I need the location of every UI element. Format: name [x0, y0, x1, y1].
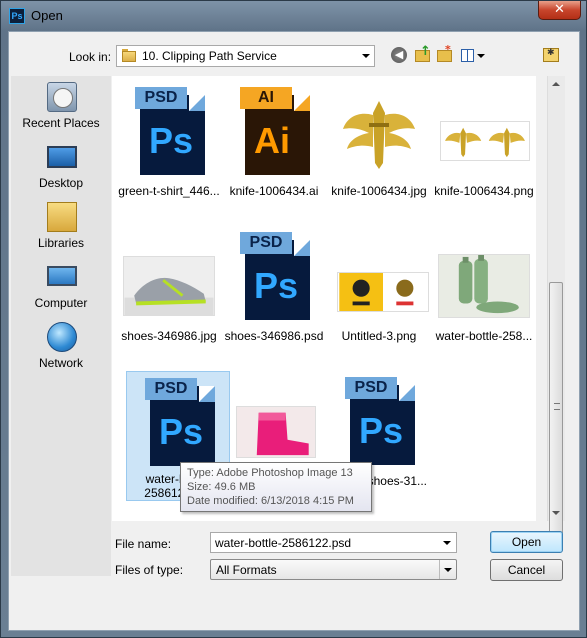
- file-item[interactable]: shoes-346986.jpg: [117, 226, 221, 356]
- ai-logo: Ai: [254, 120, 290, 161]
- recent-places-icon: [47, 82, 77, 112]
- title-bar[interactable]: Ps Open ✕: [1, 1, 586, 31]
- water-bottle-thumbnail: [438, 254, 530, 318]
- computer-icon: [47, 266, 77, 286]
- star-icon: ✱: [547, 48, 555, 58]
- scroll-down-icon[interactable]: [552, 511, 560, 515]
- file-name: knife-1006434.png: [434, 184, 534, 198]
- file-item[interactable]: knife-1006434.png: [432, 81, 536, 211]
- file-list[interactable]: PSD Ps green-t-shirt_446... AI Ai knife-…: [112, 76, 536, 521]
- file-name: green-t-shirt_446...: [118, 184, 220, 198]
- file-list-scrollbar[interactable]: [547, 76, 565, 534]
- ps-logo: Ps: [159, 411, 204, 452]
- psd-file-icon: PSD Ps: [145, 378, 217, 466]
- scrollbar-thumb[interactable]: [549, 282, 563, 534]
- file-form: File name: water-bottle-2586122.psd File…: [9, 522, 581, 632]
- place-libraries[interactable]: Libraries: [11, 198, 111, 256]
- back-arrow-icon: ◀: [391, 47, 407, 63]
- view-grid-icon: [461, 49, 474, 62]
- file-name-input[interactable]: water-bottle-2586122.psd: [210, 532, 457, 553]
- favorites-folder-button[interactable]: ✱: [543, 48, 559, 62]
- psd-tag: PSD: [240, 232, 292, 254]
- file-tooltip: Type: Adobe Photoshop Image 13 Size: 49.…: [180, 462, 372, 512]
- psd-tag: PSD: [345, 377, 397, 399]
- place-computer[interactable]: Computer: [11, 258, 111, 316]
- chevron-down-icon: [362, 54, 370, 58]
- ps-logo: Ps: [149, 120, 194, 161]
- desktop-icon: [47, 146, 77, 168]
- new-star-icon: *: [445, 43, 451, 56]
- place-label: Network: [38, 356, 83, 370]
- scroll-up-icon[interactable]: [552, 82, 560, 86]
- shoe-thumbnail: [123, 256, 215, 316]
- place-recent-places[interactable]: Recent Places: [11, 78, 111, 136]
- open-button[interactable]: Open: [490, 531, 563, 553]
- up-arrow-icon: ↑: [420, 44, 431, 59]
- look-in-label: Look in:: [69, 50, 112, 64]
- place-network[interactable]: Network: [11, 318, 111, 376]
- tooltip-size: Size: 49.6 MB: [187, 481, 256, 493]
- file-name: knife-1006434.ai: [229, 184, 319, 198]
- up-one-level-button[interactable]: ↑: [414, 44, 432, 66]
- file-name: shoes-346986.psd: [224, 329, 324, 343]
- open-dialog: Ps Open ✕ Look in: 10. Clipping Path Ser…: [0, 0, 587, 638]
- file-name: water-bottle-258...: [435, 329, 533, 343]
- files-of-type-select[interactable]: All Formats: [210, 559, 457, 580]
- chevron-down-icon[interactable]: [443, 541, 451, 545]
- place-desktop[interactable]: Desktop: [11, 138, 111, 196]
- file-name-label: File name:: [115, 537, 172, 551]
- file-name: knife-1006434.jpg: [331, 184, 427, 198]
- places-bar: Recent Places Desktop Libraries Computer…: [11, 76, 111, 576]
- cancel-button[interactable]: Cancel: [490, 559, 563, 581]
- place-label: Libraries: [37, 236, 85, 250]
- logo-thumbnail: [337, 272, 429, 312]
- psd-file-icon: PSD Ps: [240, 232, 312, 320]
- ai-tag: AI: [240, 87, 292, 109]
- ps-logo: Ps: [254, 265, 299, 306]
- libraries-icon: [47, 202, 77, 232]
- view-menu-button[interactable]: [461, 46, 491, 66]
- place-label: Desktop: [38, 176, 84, 190]
- psd-tag: PSD: [145, 378, 197, 400]
- file-item[interactable]: water-bottle-258...: [432, 226, 536, 356]
- close-button[interactable]: ✕: [538, 1, 581, 20]
- window-title: Open: [31, 8, 63, 23]
- knife-emblem-thumbnail: [339, 93, 419, 173]
- chevron-down-icon: [439, 560, 456, 579]
- psd-file-icon: PSD Ps: [135, 87, 207, 175]
- tooltip-type: Type: Adobe Photoshop Image 13: [187, 467, 353, 479]
- folder-icon: [122, 49, 136, 62]
- file-item[interactable]: Untitled-3.png: [327, 226, 431, 356]
- photoshop-app-icon: Ps: [9, 8, 25, 24]
- psd-tag: PSD: [135, 87, 187, 109]
- ai-file-icon: AI Ai: [240, 87, 312, 175]
- tooltip-date: Date modified: 6/13/2018 4:15 PM: [187, 495, 354, 507]
- network-icon: [47, 322, 77, 352]
- new-folder-button[interactable]: *: [436, 43, 456, 66]
- file-name: Untitled-3.png: [341, 329, 417, 343]
- pink-boot-thumbnail: [236, 406, 316, 458]
- file-name: shoes-346986.jpg: [121, 329, 217, 343]
- file-item[interactable]: AI Ai knife-1006434.ai: [222, 81, 326, 211]
- look-in-dropdown[interactable]: 10. Clipping Path Service: [116, 45, 375, 67]
- ps-logo: Ps: [359, 410, 404, 451]
- psd-file-icon: PSD Ps: [345, 377, 417, 465]
- files-of-type-label: Files of type:: [115, 563, 184, 577]
- place-label: Computer: [34, 296, 88, 310]
- dialog-client-area: Look in: 10. Clipping Path Service ◀ ↑ *…: [8, 31, 580, 631]
- file-item[interactable]: PSD Ps shoes-346986.psd: [222, 226, 326, 356]
- look-in-value: 10. Clipping Path Service: [142, 49, 277, 63]
- file-item[interactable]: PSD Ps green-t-shirt_446...: [117, 81, 221, 211]
- knife-png-thumbnail: [440, 121, 530, 161]
- place-label: Recent Places: [22, 116, 100, 130]
- file-item[interactable]: knife-1006434.jpg: [327, 81, 431, 211]
- chevron-down-icon: [477, 54, 485, 58]
- back-button[interactable]: ◀: [391, 46, 409, 66]
- files-of-type-value: All Formats: [216, 563, 277, 577]
